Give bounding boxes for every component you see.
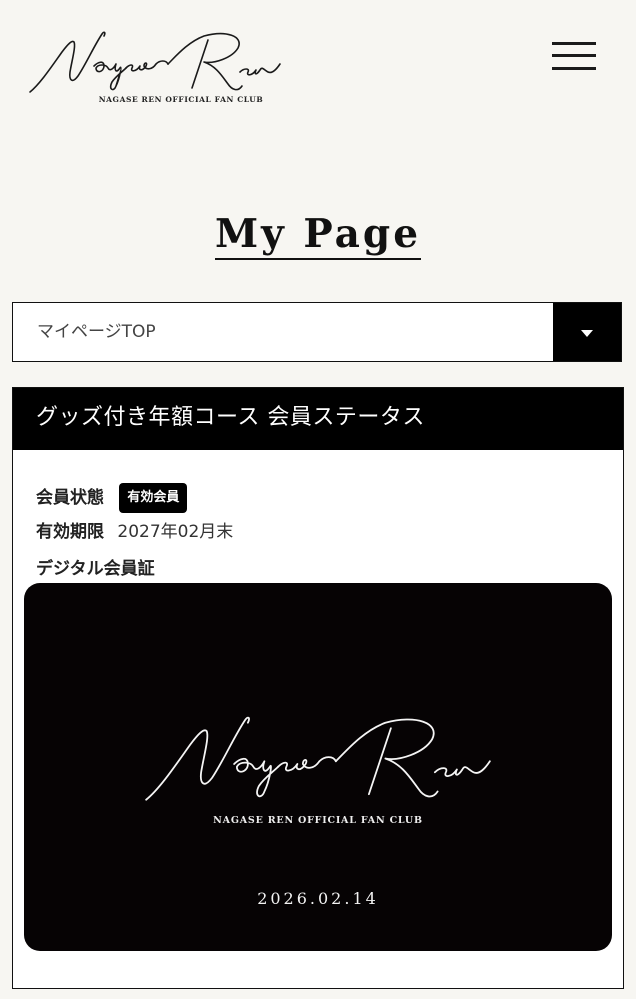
card-logo-subtitle: NAGASE REN OFFICIAL FAN CLUB [213, 815, 423, 826]
menu-bar [552, 67, 596, 70]
select-current-value: マイページTOP [37, 322, 156, 342]
expiry-label: 有効期限 [36, 522, 104, 542]
expiry-value: 2027年02月末 [117, 522, 234, 542]
logo-subtitle: NAGASE REN OFFICIAL FAN CLUB [98, 95, 264, 104]
status-badge: 有効会員 [119, 483, 188, 513]
digital-card-row: デジタル会員証 [36, 557, 155, 581]
site-header: NAGASE REN OFFICIAL FAN CLUB [0, 0, 636, 120]
expiry-row: 有効期限 2027年02月末 [36, 520, 233, 544]
card-date: 2026.02.14 [257, 889, 379, 908]
page-title: My Page [0, 210, 636, 260]
membership-status-label: 会員状態 [36, 488, 104, 508]
menu-bar [552, 42, 596, 45]
mypage-nav-select[interactable]: マイページTOP [12, 302, 622, 362]
hamburger-menu-icon[interactable] [550, 40, 598, 72]
caret-down-icon [581, 330, 593, 337]
nagase-ren-signature-logo [29, 31, 281, 93]
digital-card-label: デジタル会員証 [36, 559, 155, 579]
nagase-ren-card-logo [145, 716, 491, 801]
panel-title: グッズ付き年額コース 会員ステータス [13, 388, 623, 450]
digital-member-card: NAGASE REN OFFICIAL FAN CLUB 2026.02.14 [24, 583, 612, 951]
site-logo[interactable]: NAGASE REN OFFICIAL FAN CLUB [28, 26, 282, 106]
select-toggle[interactable] [553, 303, 621, 361]
page-title-text: My Page [214, 211, 422, 260]
membership-status-row: 会員状態 有効会員 [36, 482, 188, 514]
menu-bar [552, 54, 596, 57]
membership-status-panel: グッズ付き年額コース 会員ステータス 会員状態 有効会員 有効期限 2027年0… [12, 387, 624, 989]
